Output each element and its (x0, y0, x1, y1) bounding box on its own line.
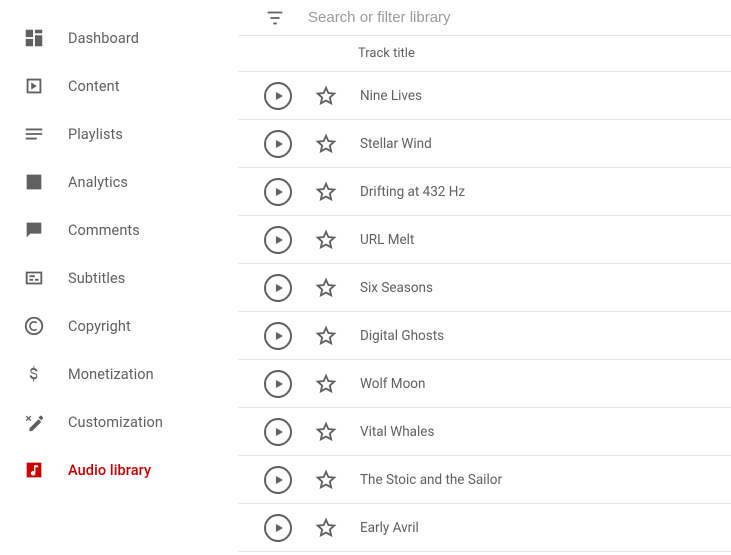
favorite-button[interactable] (314, 420, 338, 444)
subtitles-icon (22, 266, 46, 290)
track-row: Vital Whales (238, 408, 731, 456)
sidebar-item-label: Comments (68, 222, 140, 239)
track-row: URL Melt (238, 216, 731, 264)
star-outline-icon (315, 325, 337, 347)
track-title: Six Seasons (360, 280, 433, 296)
column-header-track-title[interactable]: Track title (358, 46, 415, 61)
search-row (238, 0, 731, 36)
play-button[interactable] (264, 130, 292, 158)
monetization-icon (22, 362, 46, 386)
sidebar-item-label: Subtitles (68, 270, 125, 287)
content-icon (22, 74, 46, 98)
favorite-button[interactable] (314, 468, 338, 492)
track-row: Stellar Wind (238, 120, 731, 168)
play-button[interactable] (264, 514, 292, 542)
play-icon (273, 522, 285, 534)
favorite-button[interactable] (314, 516, 338, 540)
track-row: Wolf Moon (238, 360, 731, 408)
track-title: The Stoic and the Sailor (360, 472, 502, 488)
play-icon (273, 186, 285, 198)
sidebar-item-dashboard[interactable]: Dashboard (0, 14, 238, 62)
play-button[interactable] (264, 178, 292, 206)
filter-icon[interactable] (264, 7, 286, 29)
track-row: Drifting at 432 Hz (238, 168, 731, 216)
sidebar-item-monetization[interactable]: Monetization (0, 350, 238, 398)
play-button[interactable] (264, 370, 292, 398)
track-list: Nine Lives Stellar Wind Drifting at 432 Hz… (238, 72, 731, 552)
play-button[interactable] (264, 82, 292, 110)
track-title: Early Avril (360, 520, 419, 536)
sidebar-item-playlists[interactable]: Playlists (0, 110, 238, 158)
audio-library-icon (22, 458, 46, 482)
favorite-button[interactable] (314, 276, 338, 300)
play-button[interactable] (264, 466, 292, 494)
sidebar-item-label: Content (68, 78, 120, 95)
sidebar-item-customization[interactable]: Customization (0, 398, 238, 446)
track-title: Vital Whales (360, 424, 434, 440)
star-outline-icon (315, 373, 337, 395)
sidebar-item-label: Customization (68, 414, 163, 431)
sidebar-item-label: Analytics (68, 174, 128, 191)
play-icon (273, 474, 285, 486)
track-row: Nine Lives (238, 72, 731, 120)
main-content: Track title Nine Lives Stellar Wind Drifti… (238, 0, 731, 555)
sidebar-item-label: Monetization (68, 366, 154, 383)
track-row: The Stoic and the Sailor (238, 456, 731, 504)
favorite-button[interactable] (314, 228, 338, 252)
search-input[interactable] (306, 8, 626, 27)
favorite-button[interactable] (314, 324, 338, 348)
sidebar-item-label: Copyright (68, 318, 131, 335)
sidebar-item-label: Playlists (68, 126, 123, 143)
track-row: Digital Ghosts (238, 312, 731, 360)
play-icon (273, 330, 285, 342)
play-button[interactable] (264, 322, 292, 350)
table-header-row: Track title (238, 36, 731, 72)
play-icon (273, 378, 285, 390)
star-outline-icon (315, 229, 337, 251)
sidebar-item-copyright[interactable]: Copyright (0, 302, 238, 350)
track-title: Digital Ghosts (360, 328, 444, 344)
play-button[interactable] (264, 418, 292, 446)
play-button[interactable] (264, 274, 292, 302)
play-icon (273, 90, 285, 102)
playlists-icon (22, 122, 46, 146)
sidebar-item-comments[interactable]: Comments (0, 206, 238, 254)
favorite-button[interactable] (314, 180, 338, 204)
track-title: URL Melt (360, 232, 414, 248)
copyright-icon (22, 314, 46, 338)
star-outline-icon (315, 469, 337, 491)
track-title: Drifting at 432 Hz (360, 184, 465, 200)
track-title: Nine Lives (360, 88, 422, 104)
customization-icon (22, 410, 46, 434)
sidebar-item-label: Audio library (68, 462, 151, 479)
play-icon (273, 138, 285, 150)
play-button[interactable] (264, 226, 292, 254)
track-row: Early Avril (238, 504, 731, 552)
sidebar-item-label: Dashboard (68, 30, 139, 47)
favorite-button[interactable] (314, 132, 338, 156)
favorite-button[interactable] (314, 372, 338, 396)
sidebar-item-analytics[interactable]: Analytics (0, 158, 238, 206)
track-title: Stellar Wind (360, 136, 432, 152)
star-outline-icon (315, 277, 337, 299)
track-title: Wolf Moon (360, 376, 425, 392)
sidebar-item-content[interactable]: Content (0, 62, 238, 110)
sidebar-item-audio-library[interactable]: Audio library (0, 446, 238, 494)
dashboard-icon (22, 26, 46, 50)
analytics-icon (22, 170, 46, 194)
comments-icon (22, 218, 46, 242)
star-outline-icon (315, 85, 337, 107)
play-icon (273, 426, 285, 438)
play-icon (273, 282, 285, 294)
sidebar-item-subtitles[interactable]: Subtitles (0, 254, 238, 302)
star-outline-icon (315, 133, 337, 155)
track-row: Six Seasons (238, 264, 731, 312)
favorite-button[interactable] (314, 84, 338, 108)
star-outline-icon (315, 517, 337, 539)
sidebar: Dashboard Content Playlists Analytics Co (0, 0, 238, 555)
star-outline-icon (315, 181, 337, 203)
play-icon (273, 234, 285, 246)
star-outline-icon (315, 421, 337, 443)
